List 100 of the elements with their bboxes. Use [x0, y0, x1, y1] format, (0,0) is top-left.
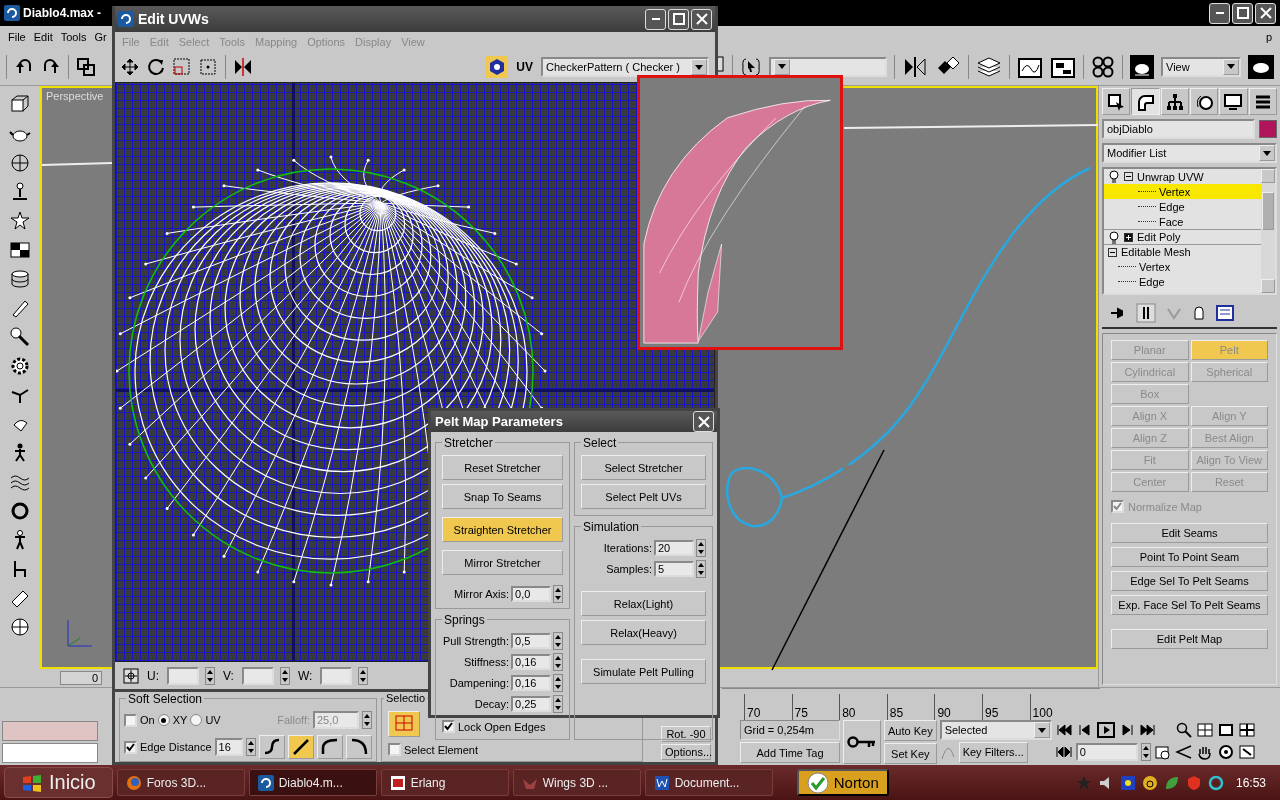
edge-distance-field[interactable]: 16	[214, 738, 243, 756]
simulation-button[interactable]: Relax(Heavy)	[581, 620, 706, 645]
panel-tab[interactable]	[1131, 88, 1160, 115]
mirror-axis-field[interactable]: 0,0	[511, 585, 551, 602]
spinner-icon[interactable]	[553, 694, 563, 713]
taskbar-button[interactable]: Erlang	[380, 769, 509, 796]
simulation-field[interactable]: 5	[654, 560, 694, 577]
stretcher-button[interactable]: Straighten Stretcher	[442, 517, 563, 542]
select-button[interactable]: Select Pelt UVs	[581, 484, 706, 509]
restore-button[interactable]	[1232, 2, 1253, 24]
taskbar-button[interactable]: Foros 3D...	[116, 769, 245, 796]
move-icon[interactable]	[121, 58, 139, 76]
spinner-icon[interactable]	[553, 673, 563, 692]
spinner-icon[interactable]	[553, 631, 563, 650]
checker-cube-icon[interactable]	[486, 56, 509, 78]
sub-object-item[interactable]: Edge	[1104, 274, 1261, 289]
collapse-icon[interactable]	[1108, 247, 1117, 257]
collapse-icon[interactable]	[1124, 172, 1133, 181]
modifier-stack-item[interactable]: Unwrap UVW	[1104, 169, 1261, 184]
edge-distance-checkbox[interactable]	[124, 740, 137, 754]
circle-q-icon[interactable]	[1207, 774, 1224, 791]
close-button[interactable]	[693, 411, 714, 432]
configure-sets-icon[interactable]	[1216, 305, 1234, 321]
star-icon[interactable]	[1075, 774, 1092, 791]
orbit-icon[interactable]	[1216, 744, 1235, 760]
star-icon[interactable]	[9, 210, 31, 232]
simulation-button[interactable]: Simulate Pelt Pulling	[581, 659, 706, 684]
panel-tab[interactable]	[1160, 88, 1189, 115]
remove-modifier-icon[interactable]	[1192, 305, 1206, 321]
on-checkbox[interactable]	[124, 713, 137, 727]
close-button[interactable]	[1255, 2, 1276, 24]
spinner-icon[interactable]	[245, 738, 256, 756]
norton-button[interactable]: Norton	[796, 769, 889, 796]
script-output-field[interactable]	[2, 743, 98, 763]
panel-tab[interactable]	[1190, 88, 1219, 115]
minimize-button[interactable]	[645, 8, 666, 30]
panel-tab[interactable]	[1219, 88, 1248, 115]
simulation-field[interactable]: 20	[654, 539, 694, 556]
modifier-list-dropdown[interactable]: Modifier List	[1102, 143, 1277, 163]
absolute-offset-icon[interactable]	[123, 667, 139, 684]
leaf-icon[interactable]	[1163, 774, 1180, 791]
spinner-icon[interactable]	[362, 711, 372, 729]
seam-button[interactable]: Exp. Face Sel To Pelt Seams	[1111, 595, 1268, 615]
spinner-icon[interactable]	[1140, 743, 1151, 761]
vertex-select-button[interactable]	[388, 711, 420, 737]
stack-icon[interactable]	[9, 268, 31, 290]
script-listener-field[interactable]	[2, 721, 98, 741]
coordinate-field[interactable]	[320, 666, 353, 685]
checkbox-label[interactable]: On	[140, 714, 155, 726]
checker-icon[interactable]	[9, 239, 31, 261]
sub-object-item[interactable]: Vertex	[1104, 259, 1261, 274]
auto-key-button[interactable]: Auto Key	[884, 720, 937, 741]
pin-stack-icon[interactable]	[1110, 306, 1126, 320]
checkbox-label[interactable]: Edge Distance	[140, 741, 212, 753]
object-color-swatch[interactable]	[1259, 120, 1277, 138]
key-mode-dropdown[interactable]: Selected	[939, 720, 1052, 740]
seam-button[interactable]: Edit Seams	[1111, 523, 1268, 543]
ring-icon[interactable]	[9, 500, 31, 522]
maximize-viewport-icon[interactable]	[1237, 744, 1256, 760]
zoom-all-icon[interactable]	[1195, 722, 1214, 738]
material-editor-icon[interactable]	[1091, 54, 1115, 79]
set-keys-button[interactable]	[843, 720, 881, 764]
checkbox-label[interactable]: Select Element	[404, 743, 478, 756]
rotate-button[interactable]: Rot. -90	[661, 726, 711, 742]
maximize-button[interactable]	[668, 8, 689, 30]
freeform-icon[interactable]	[199, 58, 217, 76]
scrollbar[interactable]	[1261, 169, 1275, 293]
select-button[interactable]: Select Stretcher	[581, 455, 706, 480]
object-name-field[interactable]: objDiablo	[1102, 119, 1255, 139]
render-scene-icon[interactable]	[1130, 54, 1154, 79]
taskbar-button[interactable]: Document...	[644, 769, 773, 796]
radio-label[interactable]: UV	[205, 714, 221, 726]
texture-dropdown[interactable]: CheckerPattern ( Checker )	[541, 57, 709, 77]
edit-pelt-map-button[interactable]: Edit Pelt Map	[1111, 629, 1268, 649]
mirror-uv-icon[interactable]	[234, 58, 252, 76]
spinner-icon[interactable]	[358, 666, 369, 685]
shield-icon[interactable]	[1185, 774, 1202, 791]
select-element-checkbox[interactable]	[388, 743, 401, 756]
lock-open-edges-checkbox[interactable]	[442, 720, 455, 733]
spinner-icon[interactable]	[553, 652, 563, 671]
show-end-result-icon[interactable]	[1136, 303, 1156, 323]
start-button[interactable]: Inicio	[4, 767, 113, 798]
options-button[interactable]: Options...	[661, 744, 711, 760]
gear-icon[interactable]	[9, 355, 31, 377]
radio-label[interactable]: XY	[172, 714, 188, 726]
taskbar-button[interactable]: Wings 3D ...	[512, 769, 641, 796]
seam-button[interactable]: Point To Point Seam	[1111, 547, 1268, 567]
zoom-extents-icon[interactable]	[1216, 722, 1235, 738]
spinner-icon[interactable]	[696, 559, 706, 578]
go-to-end-icon[interactable]	[1138, 722, 1157, 738]
zoom-icon[interactable]	[1174, 722, 1193, 738]
modifier-stack-item[interactable]: Editable Mesh	[1104, 244, 1261, 259]
simulation-button[interactable]: Relax(Light)	[581, 591, 706, 616]
mirror-icon[interactable]	[902, 54, 928, 79]
panel-tab[interactable]	[1248, 88, 1277, 115]
sub-object-item[interactable]: Edge	[1104, 199, 1261, 214]
radio-button[interactable]	[157, 714, 170, 726]
taskbar-button[interactable]: Diablo4.m...	[248, 769, 377, 796]
expand-icon[interactable]	[1124, 232, 1133, 242]
menu-item[interactable]: Tools	[56, 31, 91, 43]
